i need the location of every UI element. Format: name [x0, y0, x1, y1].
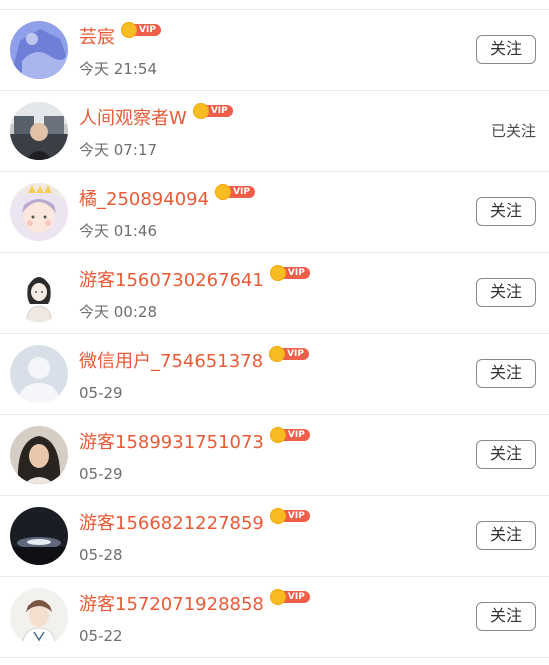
avatar-anime-icon[interactable] — [10, 183, 68, 241]
crown-icon — [192, 103, 209, 119]
follow-button[interactable]: 关注 — [476, 197, 536, 226]
avatar-blue-icon[interactable] — [10, 21, 68, 79]
timestamp: 今天 21:54 — [79, 60, 157, 78]
list-item[interactable]: 橘_250894094 VIP 今天 01:46 关注 — [0, 172, 549, 253]
user-name[interactable]: 橘_250894094 — [79, 188, 209, 212]
timestamp: 05-29 — [79, 384, 123, 402]
list-item[interactable]: 微信用户_754651378 VIP 05-29 关注 — [0, 334, 549, 415]
avatar-boy-icon[interactable] — [10, 588, 68, 646]
list-item[interactable]: 人间观察者W VIP 今天 07:17 已关注 — [0, 91, 549, 172]
follow-button[interactable]: 关注 — [476, 602, 536, 631]
vip-badge: VIP — [192, 103, 233, 119]
vip-badge: VIP — [269, 346, 309, 362]
vip-badge: VIP — [215, 184, 255, 200]
list-item[interactable]: 游客1572071928858 VIP 05-22 关注 — [0, 577, 549, 658]
timestamp: 05-22 — [79, 627, 123, 645]
user-name[interactable]: 微信用户_754651378 — [79, 350, 263, 374]
follow-button[interactable]: 关注 — [476, 35, 536, 64]
avatar-default-icon[interactable] — [10, 345, 68, 403]
crown-icon — [269, 265, 286, 281]
vip-badge: VIP — [269, 508, 310, 524]
list-item[interactable]: 游客1566821227859 VIP 05-28 关注 — [0, 496, 549, 577]
user-name[interactable]: 人间观察者W — [79, 107, 187, 131]
timestamp: 今天 00:28 — [79, 303, 157, 321]
user-name[interactable]: 芸宸 — [79, 26, 115, 50]
user-name[interactable]: 游客1589931751073 — [79, 431, 264, 455]
timestamp: 今天 01:46 — [79, 222, 157, 240]
crown-icon — [121, 22, 137, 38]
vip-badge: VIP — [269, 265, 310, 281]
timestamp: 今天 07:17 — [79, 141, 157, 159]
avatar-night-icon[interactable] — [10, 507, 68, 565]
user-name[interactable]: 游客1560730267641 — [79, 269, 264, 293]
vip-badge: VIP — [269, 589, 310, 605]
follower-list: 芸宸 VIP 今天 21:54 关注 人间观察者W VIP 今天 07:17 已… — [0, 9, 549, 658]
user-name[interactable]: 游客1566821227859 — [79, 512, 264, 536]
crown-icon — [269, 508, 286, 524]
list-item[interactable]: 芸宸 VIP 今天 21:54 关注 — [0, 10, 549, 91]
avatar-photo-icon[interactable] — [10, 102, 68, 160]
vip-badge: VIP — [269, 427, 310, 443]
user-name[interactable]: 游客1572071928858 — [79, 593, 264, 617]
timestamp: 05-29 — [79, 465, 123, 483]
crown-icon — [269, 589, 286, 605]
avatar-girl-icon[interactable] — [10, 426, 68, 484]
follow-button[interactable]: 关注 — [476, 440, 536, 469]
list-item[interactable]: 游客1589931751073 VIP 05-29 关注 — [0, 415, 549, 496]
follow-button[interactable]: 关注 — [476, 521, 536, 550]
follow-button[interactable]: 关注 — [476, 278, 536, 307]
follow-button[interactable]: 关注 — [476, 359, 536, 388]
vip-badge: VIP — [121, 22, 161, 38]
crown-icon — [269, 427, 286, 443]
crown-icon — [269, 346, 286, 362]
crown-icon — [215, 184, 232, 200]
list-item[interactable]: 游客1560730267641 VIP 今天 00:28 关注 — [0, 253, 549, 334]
timestamp: 05-28 — [79, 546, 123, 564]
avatar-sketch-icon[interactable] — [10, 264, 68, 322]
followed-button[interactable]: 已关注 — [491, 120, 536, 142]
